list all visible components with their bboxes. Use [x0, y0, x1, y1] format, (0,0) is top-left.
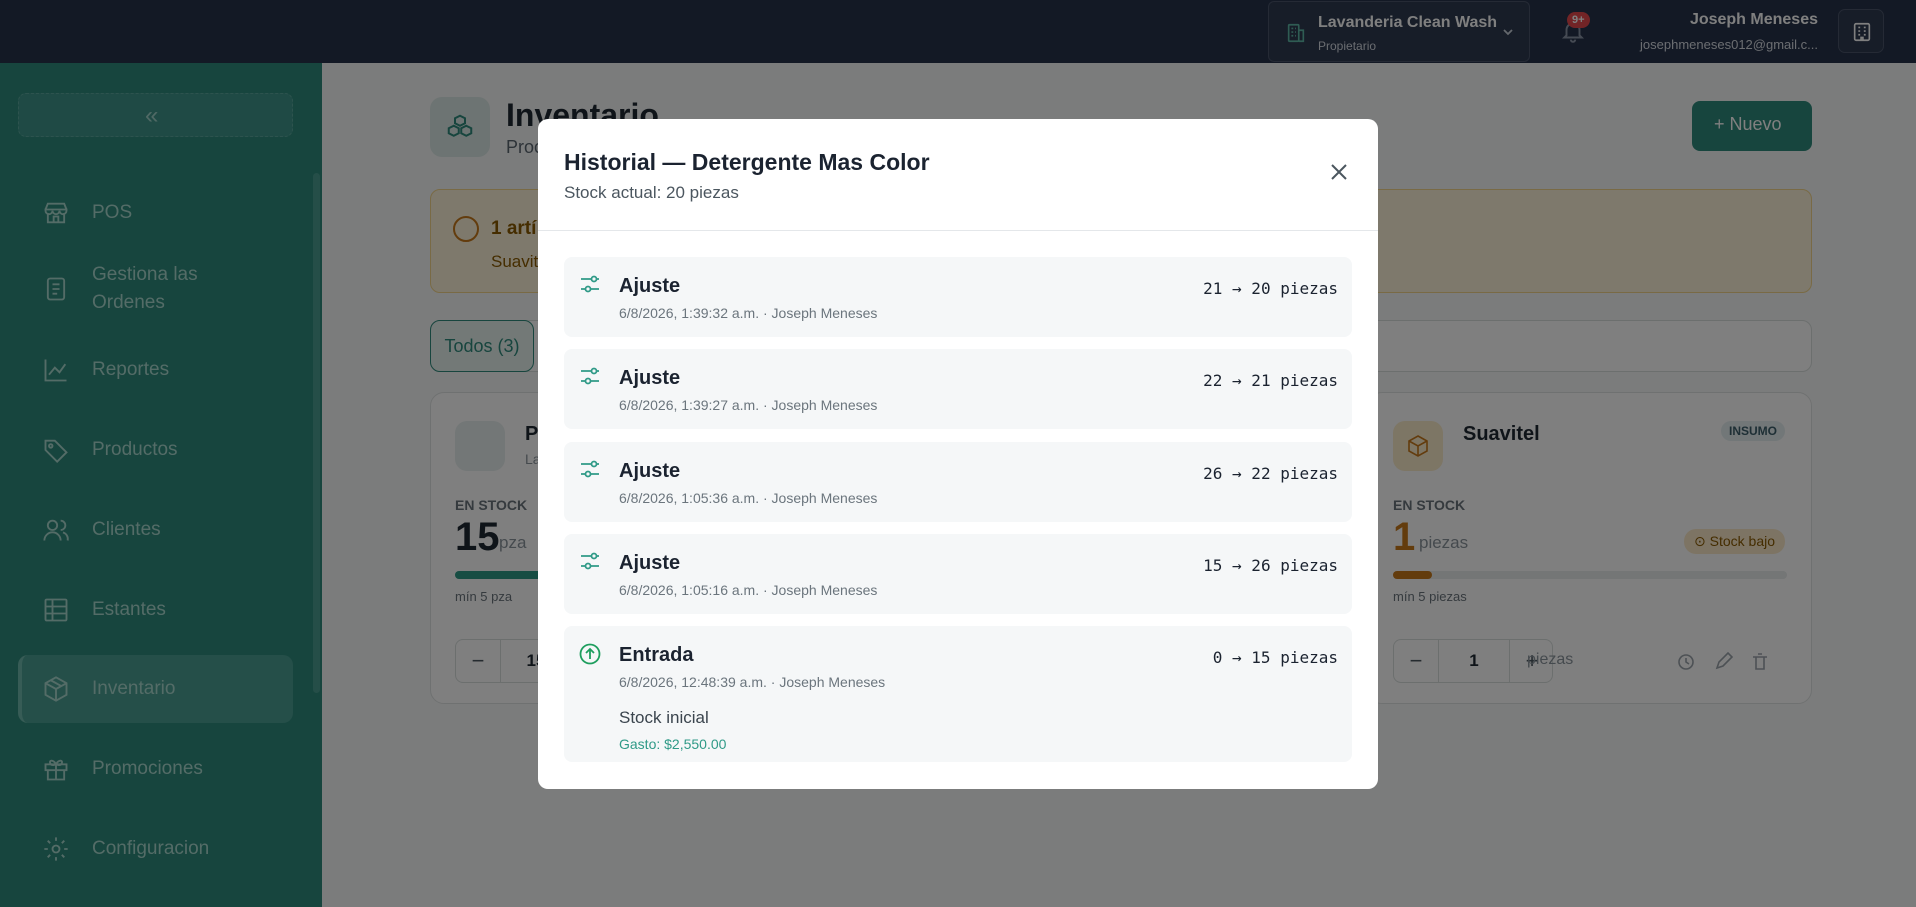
modal-title: Historial — Detergente Mas Color	[564, 149, 930, 175]
entry-change: 15 → 26 piezas	[1203, 556, 1338, 575]
entry-meta: 6/8/2026, 12:48:39 a.m. · Joseph Meneses	[619, 674, 886, 690]
history-entry: Entrada 6/8/2026, 12:48:39 a.m. · Joseph…	[564, 626, 1352, 762]
entry-meta: 6/8/2026, 1:39:27 a.m. · Joseph Meneses	[619, 397, 878, 413]
entry-change: 0 → 15 piezas	[1212, 648, 1338, 667]
entry-note: Stock inicial	[619, 708, 709, 727]
sliders-icon	[581, 275, 599, 293]
entry-meta: 6/8/2026, 1:05:16 a.m. · Joseph Meneses	[619, 582, 878, 598]
entry-type: Entrada	[619, 644, 694, 666]
entry-cost: Gasto: $2,550.00	[619, 736, 727, 752]
close-icon[interactable]	[1328, 161, 1350, 183]
entry-meta: 6/8/2026, 1:39:32 a.m. · Joseph Meneses	[619, 305, 878, 321]
history-entry: Ajuste 6/8/2026, 1:39:32 a.m. · Joseph M…	[564, 257, 1352, 337]
entry-meta: 6/8/2026, 1:05:36 a.m. · Joseph Meneses	[619, 490, 878, 506]
sliders-icon	[581, 367, 599, 385]
entry-type: Ajuste	[619, 275, 681, 297]
sliders-icon	[581, 552, 599, 570]
entry-type: Ajuste	[619, 460, 681, 482]
entry-type: Ajuste	[619, 552, 681, 574]
entry-change: 26 → 22 piezas	[1203, 464, 1338, 483]
arrow-up-circle-icon	[579, 643, 601, 665]
history-entry: Ajuste 6/8/2026, 1:39:27 a.m. · Joseph M…	[564, 349, 1352, 429]
entry-change: 21 → 20 piezas	[1203, 279, 1338, 298]
history-modal: Historial — Detergente Mas Color Stock a…	[538, 119, 1378, 789]
history-entry: Ajuste 6/8/2026, 1:05:36 a.m. · Joseph M…	[564, 442, 1352, 522]
modal-stock: Stock actual: 20 piezas	[564, 183, 739, 202]
modal-divider	[538, 230, 1378, 231]
entry-type: Ajuste	[619, 367, 681, 389]
history-entry: Ajuste 6/8/2026, 1:05:16 a.m. · Joseph M…	[564, 534, 1352, 614]
entry-change: 22 → 21 piezas	[1203, 371, 1338, 390]
sliders-icon	[581, 460, 599, 478]
